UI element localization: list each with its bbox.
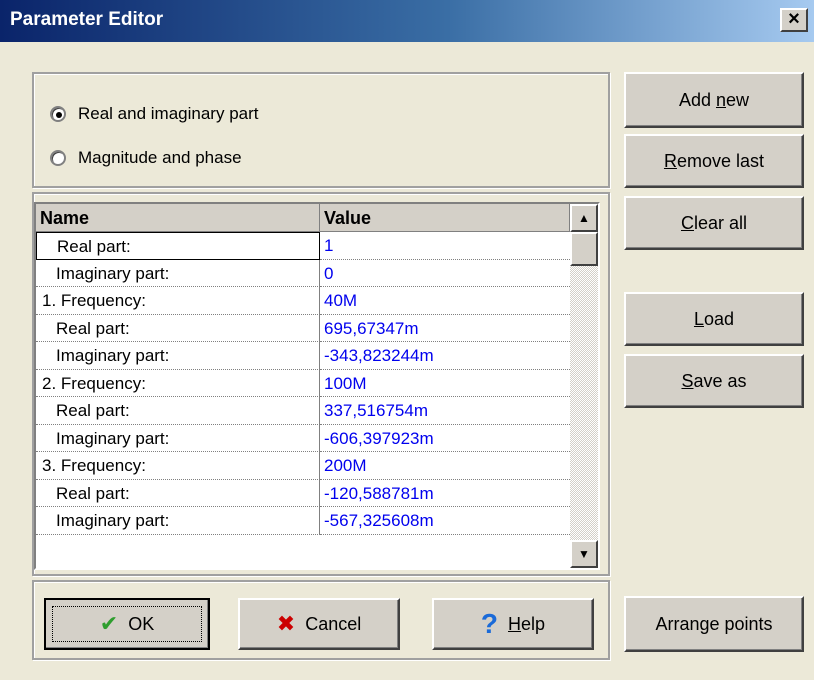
row-name-cell[interactable]: Real part: [36, 479, 320, 507]
row-value-cell[interactable]: -567,325608m [320, 507, 570, 535]
column-header-value[interactable]: Value [320, 204, 570, 232]
row-name-cell[interactable]: Real part: [36, 232, 320, 260]
title-bar: Parameter Editor × [0, 0, 814, 42]
row-name-cell[interactable]: 2. Frequency: [36, 369, 320, 397]
x-icon: ✖ [276, 611, 296, 636]
grid-header: Name Value [36, 204, 570, 232]
save-as-button[interactable]: Save as [624, 354, 804, 408]
cancel-button[interactable]: ✖ Cancel [238, 598, 400, 650]
table-row[interactable]: Real part: 1 [36, 232, 570, 260]
arrange-points-label: Arrange points [655, 613, 773, 634]
row-value-cell[interactable]: 100M [320, 370, 570, 397]
table-row[interactable]: Real part: 695,67347m [36, 314, 570, 342]
row-name-cell[interactable]: Imaginary part: [36, 424, 320, 452]
cancel-label: Cancel [305, 613, 362, 634]
row-value-cell[interactable]: 40M [320, 287, 570, 315]
clear-all-button[interactable]: Clear all [624, 196, 804, 250]
save-as-label: Save as [681, 370, 747, 391]
close-button[interactable]: × [780, 8, 808, 32]
row-name-cell[interactable]: Imaginary part: [36, 507, 320, 535]
table-row[interactable]: 3. Frequency: 200M [36, 452, 570, 480]
table-row[interactable]: Imaginary part: -343,823244m [36, 342, 570, 370]
row-name-cell[interactable]: 3. Frequency: [36, 452, 320, 480]
row-value-cell[interactable]: 0 [320, 260, 570, 287]
row-name-cell[interactable]: Real part: [36, 314, 320, 342]
ok-button[interactable]: ✔ OK [44, 598, 210, 650]
remove-last-label: Remove last [663, 150, 765, 171]
parameter-grid[interactable]: Name Value Real part: 1 Imaginary part: 0 1.… [34, 202, 600, 570]
clear-all-label: Clear all [680, 212, 748, 233]
row-name-cell[interactable]: Imaginary part: [36, 259, 320, 287]
radio-mag-phase[interactable]: Magnitude and phase [50, 146, 242, 170]
scroll-down-arrow-icon[interactable]: ▼ [570, 540, 598, 568]
row-name-cell[interactable]: Real part: [36, 397, 320, 425]
radio-real-imag-button[interactable] [50, 106, 66, 122]
remove-last-button[interactable]: Remove last [624, 134, 804, 188]
radio-mag-phase-button[interactable] [50, 150, 66, 166]
row-value-cell[interactable]: 695,67347m [320, 315, 570, 342]
arrange-points-button[interactable]: Arrange points [624, 596, 804, 652]
scroll-up-arrow-icon[interactable]: ▲ [570, 204, 598, 232]
radio-mag-phase-label: Magnitude and phase [78, 148, 242, 167]
question-icon: ? [480, 608, 499, 639]
help-button[interactable]: ? Help [432, 598, 594, 650]
table-row[interactable]: Imaginary part: -606,397923m [36, 424, 570, 452]
vertical-scrollbar[interactable]: ▲ ▼ [570, 204, 598, 568]
load-button[interactable]: Load [624, 292, 804, 346]
table-row[interactable]: 2. Frequency: 100M [36, 369, 570, 397]
row-value-cell[interactable]: -120,588781m [320, 480, 570, 507]
table-row[interactable]: Real part: -120,588781m [36, 479, 570, 507]
radio-real-imag[interactable]: Real and imaginary part [50, 102, 258, 126]
row-value-cell[interactable]: 1 [320, 232, 570, 260]
row-name-cell[interactable]: 1. Frequency: [36, 287, 320, 315]
load-label: Load [693, 308, 735, 329]
add-new-button[interactable]: Add new [624, 72, 804, 128]
scroll-thumb[interactable] [570, 232, 598, 266]
row-value-cell[interactable]: 337,516754m [320, 397, 570, 425]
radio-real-imag-label: Real and imaginary part [78, 104, 259, 123]
row-value-cell[interactable]: -606,397923m [320, 425, 570, 452]
table-row[interactable]: 1. Frequency: 40M [36, 287, 570, 315]
help-label: Help [508, 613, 546, 634]
window-title: Parameter Editor [10, 9, 164, 30]
row-value-cell[interactable]: 200M [320, 452, 570, 480]
row-name-cell[interactable]: Imaginary part: [36, 342, 320, 370]
grid-rows: Real part: 1 Imaginary part: 0 1. Frequency:… [36, 232, 570, 535]
table-row[interactable]: Imaginary part: -567,325608m [36, 507, 570, 535]
column-header-name[interactable]: Name [36, 204, 320, 232]
table-row[interactable]: Imaginary part: 0 [36, 259, 570, 287]
add-new-label: Add new [678, 89, 750, 110]
row-value-cell[interactable]: -343,823244m [320, 342, 570, 370]
mode-group: Real and imaginary part Magnitude and ph… [32, 72, 610, 188]
table-row[interactable]: Real part: 337,516754m [36, 397, 570, 425]
ok-focus-rect [52, 606, 202, 642]
